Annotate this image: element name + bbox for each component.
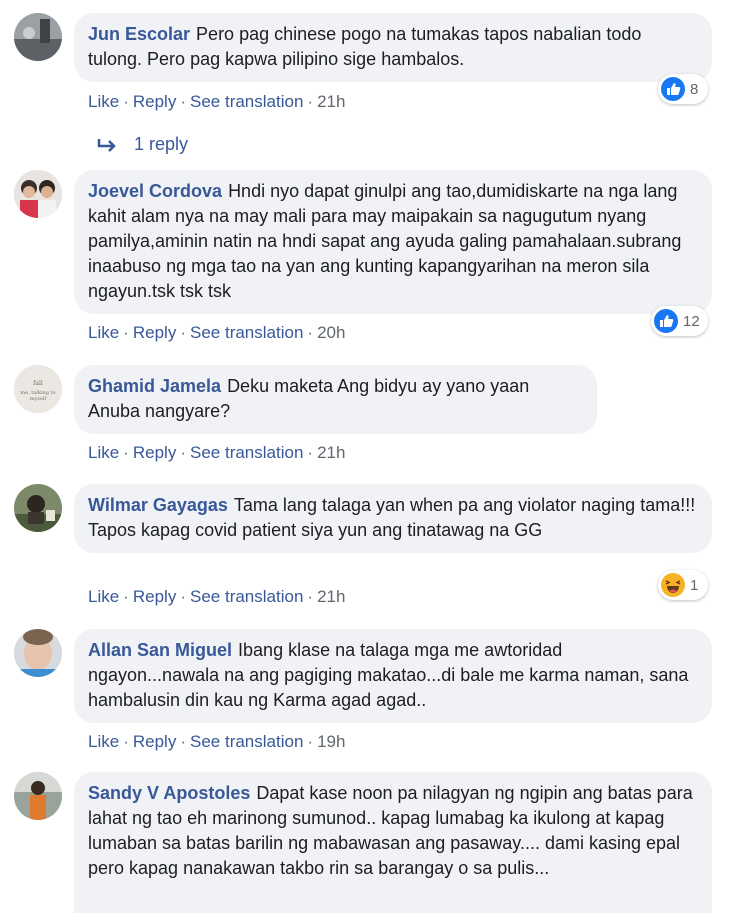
- see-translation-link[interactable]: See translation: [190, 323, 303, 342]
- avatar[interactable]: [14, 170, 62, 218]
- like-reaction-icon: [654, 309, 678, 333]
- see-translation-link[interactable]: See translation: [190, 92, 303, 111]
- separator: ·: [180, 587, 186, 606]
- reply-arrow-icon: [97, 138, 116, 152]
- avatar[interactable]: [14, 772, 62, 820]
- comment-author[interactable]: Ghamid Jamela: [88, 376, 221, 396]
- timestamp[interactable]: 19h: [317, 732, 345, 751]
- comment-actions: Like · Reply · See translation · 21h: [88, 442, 345, 464]
- comment-author[interactable]: Jun Escolar: [88, 24, 190, 44]
- svg-text:myself: myself: [30, 396, 48, 402]
- comment-actions: Like · Reply · See translation · 21h: [88, 91, 345, 113]
- separator: ·: [123, 443, 129, 462]
- view-replies-link[interactable]: 1 reply: [96, 134, 188, 155]
- avatar[interactable]: [14, 13, 62, 61]
- comment-bubble: Joevel Cordova Hndi nyo dapat ginulpi ang…: [74, 170, 712, 314]
- reaction-count-number: 12: [683, 312, 700, 330]
- comment-author[interactable]: Joevel Cordova: [88, 181, 222, 201]
- comment-actions: Like · Reply · See translation · 19h: [88, 731, 345, 753]
- haha-reaction-icon: [661, 573, 685, 597]
- reply-link[interactable]: Reply: [133, 323, 176, 342]
- like-link[interactable]: Like: [88, 587, 119, 606]
- comment-author[interactable]: Sandy V Apostoles: [88, 783, 250, 803]
- separator: ·: [180, 443, 186, 462]
- reaction-count[interactable]: 8: [658, 74, 708, 104]
- avatar[interactable]: [14, 629, 62, 677]
- comment-actions: Like · Reply · See translation · 20h: [88, 322, 345, 344]
- reply-link[interactable]: Reply: [133, 443, 176, 462]
- like-link[interactable]: Like: [88, 732, 119, 751]
- see-translation-link[interactable]: See translation: [190, 732, 303, 751]
- like-reaction-icon: [661, 77, 685, 101]
- separator: ·: [123, 587, 129, 606]
- reply-link[interactable]: Reply: [133, 92, 176, 111]
- reply-link[interactable]: Reply: [133, 732, 176, 751]
- reaction-count-number: 8: [690, 80, 699, 98]
- separator: ·: [180, 92, 186, 111]
- timestamp[interactable]: 21h: [317, 443, 345, 462]
- svg-text:fall: fall: [33, 380, 43, 387]
- separator: ·: [307, 92, 314, 111]
- comment-actions: Like · Reply · See translation · 21h: [88, 586, 345, 608]
- comment-thread: { "comments": [ { "author": "Jun Escolar…: [0, 0, 750, 913]
- comment-bubble: Jun Escolar Pero pag chinese pogo na tuma…: [74, 13, 712, 82]
- reaction-count-number: 1: [690, 576, 699, 594]
- like-link[interactable]: Like: [88, 323, 119, 342]
- comment-author[interactable]: Allan San Miguel: [88, 640, 232, 660]
- reply-link[interactable]: Reply: [133, 587, 176, 606]
- comment-bubble: Sandy V Apostoles Dapat kase noon pa nila…: [74, 772, 712, 913]
- separator: ·: [123, 732, 129, 751]
- timestamp[interactable]: 20h: [317, 323, 345, 342]
- separator: ·: [180, 323, 186, 342]
- avatar[interactable]: [14, 484, 62, 532]
- see-translation-link[interactable]: See translation: [190, 443, 303, 462]
- comment-author[interactable]: Wilmar Gayagas: [88, 495, 228, 515]
- separator: ·: [307, 587, 314, 606]
- separator: ·: [307, 323, 314, 342]
- comment-bubble: Ghamid Jamela Deku maketa Ang bidyu ay ya…: [74, 365, 597, 434]
- separator: ·: [123, 323, 129, 342]
- reaction-count[interactable]: 12: [651, 306, 708, 336]
- like-link[interactable]: Like: [88, 92, 119, 111]
- timestamp[interactable]: 21h: [317, 92, 345, 111]
- see-translation-link[interactable]: See translation: [190, 587, 303, 606]
- separator: ·: [307, 732, 314, 751]
- like-link[interactable]: Like: [88, 443, 119, 462]
- reaction-count[interactable]: 1: [658, 570, 708, 600]
- comment-bubble: Wilmar Gayagas Tama lang talaga yan when …: [74, 484, 712, 553]
- separator: ·: [180, 732, 186, 751]
- separator: ·: [307, 443, 314, 462]
- timestamp[interactable]: 21h: [317, 587, 345, 606]
- separator: ·: [123, 92, 129, 111]
- avatar[interactable]: fall me, talking to myself: [14, 365, 62, 413]
- comment-bubble: Allan San Miguel Ibang klase na talaga mg…: [74, 629, 712, 723]
- reply-count-label[interactable]: 1 reply: [134, 134, 188, 155]
